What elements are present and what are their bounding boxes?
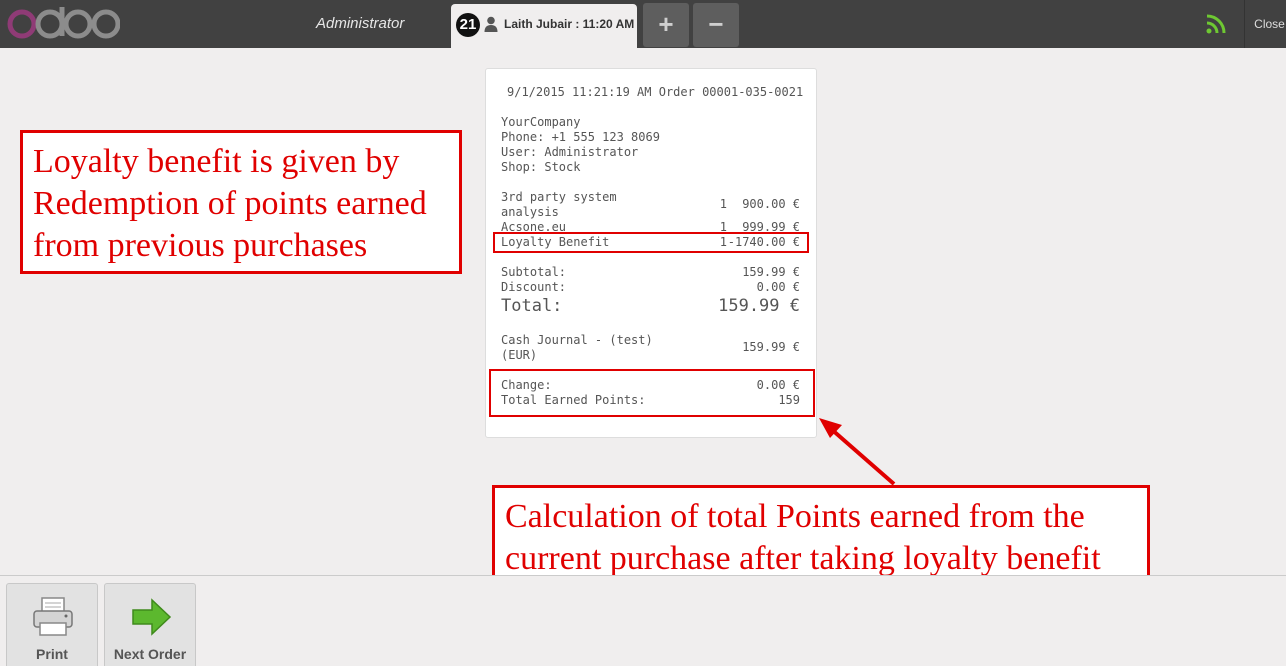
company-phone: Phone: +1 555 123 8069 xyxy=(501,130,660,144)
print-button[interactable]: Print xyxy=(6,583,98,666)
next-order-button[interactable]: Next Order xyxy=(104,583,196,666)
discount-value: 0.00 € xyxy=(756,280,800,294)
total-value: 159.99 € xyxy=(718,296,800,316)
loyalty-benefit-highlight xyxy=(493,232,809,253)
receipt-user: User: Administrator xyxy=(501,145,639,159)
wifi-signal-icon xyxy=(1206,14,1226,34)
total-label: Total: xyxy=(501,296,563,316)
add-order-button[interactable]: + xyxy=(643,3,689,47)
bottom-bar: Print Next Order xyxy=(0,575,1286,666)
callout-points-calculation: Calculation of total Points earned from … xyxy=(492,485,1150,589)
discount-label: Discount: xyxy=(501,280,567,294)
line-1-name-part-2: analysis xyxy=(501,205,559,219)
earned-points-highlight xyxy=(489,369,815,417)
top-bar: Administrator 21 Laith Jubair : 11:20 AM… xyxy=(0,0,1286,48)
line-1-name-part-1: 3rd party system xyxy=(501,190,617,204)
remove-order-button[interactable]: − xyxy=(693,3,739,47)
next-order-label: Next Order xyxy=(113,646,187,662)
payment-label-line-1: Cash Journal - (test) xyxy=(501,333,653,347)
person-icon xyxy=(484,16,498,32)
callout-loyalty-benefit: Loyalty benefit is given by Redemption o… xyxy=(20,130,462,274)
printer-icon xyxy=(33,597,73,636)
line-1-qty: 1 xyxy=(719,197,727,211)
close-button[interactable]: Close xyxy=(1244,0,1286,48)
order-tab[interactable]: 21 Laith Jubair : 11:20 AM xyxy=(451,4,637,48)
callout-1-line: from previous purchases xyxy=(33,227,368,264)
user-name: Administrator xyxy=(316,15,405,32)
payment-value: 159.99 € xyxy=(742,340,800,354)
callout-2-line: current purchase after taking loyalty be… xyxy=(505,540,1101,577)
callout-2-line: Calculation of total Points earned from … xyxy=(505,498,1085,535)
subtotal-value: 159.99 € xyxy=(742,265,800,279)
line-1-price: 900.00 € xyxy=(742,197,800,211)
receipt-header: 9/1/2015 11:21:19 AM Order 00001-035-002… xyxy=(507,85,804,99)
company-name: YourCompany xyxy=(501,115,581,129)
callout-1-line: Loyalty benefit is given by xyxy=(33,143,400,180)
order-tab-label: Laith Jubair : 11:20 AM xyxy=(504,17,635,31)
payment-label-line-2: (EUR) xyxy=(501,348,538,362)
receipt-shop: Shop: Stock xyxy=(501,160,581,174)
odoo-logo xyxy=(7,7,120,39)
order-number-badge: 21 xyxy=(456,13,480,37)
print-label: Print xyxy=(36,646,68,662)
callout-1-line: Redemption of points earned xyxy=(33,185,427,222)
next-arrow-icon xyxy=(132,598,172,636)
subtotal-label: Subtotal: xyxy=(501,265,567,279)
